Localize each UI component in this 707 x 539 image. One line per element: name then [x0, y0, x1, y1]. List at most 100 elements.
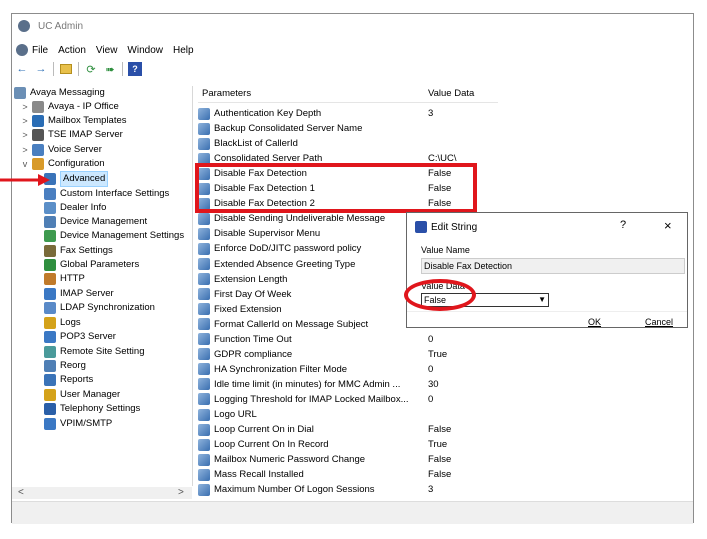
tree-item-configuration[interactable]: v Configuration [20, 157, 105, 171]
chevron-right-icon[interactable]: > [20, 128, 30, 142]
parameter-name: Authentication Key Depth [214, 108, 322, 119]
parameter-name: Fixed Extension [214, 303, 282, 315]
dealer-info-icon [44, 202, 56, 214]
back-arrow-icon[interactable]: ← [15, 62, 29, 76]
chevron-down-icon[interactable]: ▼ [538, 294, 546, 306]
list-item[interactable]: Mailbox Numeric Password Change False [198, 452, 498, 467]
export-icon[interactable]: ➠ [103, 62, 117, 76]
tree-item-label: VPIM/SMTP [60, 418, 113, 429]
tree-item-avaya-messaging[interactable]: Avaya Messaging [14, 86, 105, 100]
tree-item-global-parameters[interactable]: Global Parameters [44, 258, 139, 272]
list-item[interactable]: GDPR compliance True [198, 347, 498, 362]
help-button[interactable]: ? [620, 219, 626, 231]
forward-arrow-icon[interactable]: → [34, 62, 48, 76]
string-value-icon [198, 378, 210, 391]
tree-item-device-management[interactable]: Device Management [44, 215, 147, 229]
tree-horizontal-scrollbar[interactable]: < > [12, 487, 192, 499]
refresh-icon[interactable]: ⟳ [84, 62, 98, 76]
chevron-right-icon[interactable]: > [20, 114, 30, 128]
chevron-right-icon[interactable]: > [20, 143, 30, 157]
parameter-name-cell: Fixed Extension [198, 302, 282, 317]
tree-item-advanced[interactable]: Advanced [44, 171, 109, 187]
list-item[interactable]: Loop Current On In Record True [198, 437, 498, 452]
tree-item-pop3-server[interactable]: POP3 Server [44, 330, 116, 344]
menu-window[interactable]: Window [127, 45, 163, 56]
tree-item-http[interactable]: HTTP [44, 272, 85, 286]
navigation-tree[interactable]: Avaya Messaging > Avaya - IP Office > Mailbo… [12, 86, 193, 486]
list-item[interactable]: Idle time limit (in minutes) for MMC Adm… [198, 377, 498, 392]
list-item[interactable]: Logo URL [198, 407, 498, 422]
parameter-name: Maximum Number Of Logon Sessions [214, 484, 375, 496]
tree-item-reorg[interactable]: Reorg [44, 359, 86, 373]
tree-item-vpim-smtp[interactable]: VPIM/SMTP [44, 417, 112, 431]
list-item[interactable]: HA Synchronization Filter Mode 0 [198, 362, 498, 377]
app-icon [18, 20, 30, 32]
list-item[interactable]: Logging Threshold for IMAP Locked Mailbo… [198, 392, 498, 407]
toolbar: ← → ⟳ ➠ ? [15, 60, 142, 78]
chevron-right-icon[interactable]: > [20, 100, 30, 114]
parameter-name-cell: Maximum Number Of Logon Sessions [198, 482, 375, 497]
tree-item-telephony-settings[interactable]: Telephony Settings [44, 402, 140, 416]
dialog-title-bar: Edit String [415, 221, 477, 233]
tree-item-custom-interface-settings[interactable]: Custom Interface Settings [44, 187, 169, 201]
tree-item-user-manager[interactable]: User Manager [44, 388, 120, 402]
tree-item-label: Mailbox Templates [48, 115, 127, 126]
tree-item-label: Advanced [60, 171, 109, 187]
value-data-cell: 30 [428, 378, 439, 390]
list-item[interactable]: Loop Current On in Dial False [198, 422, 498, 437]
menu-help[interactable]: Help [173, 45, 194, 56]
column-header-value-data[interactable]: Value Data [428, 86, 474, 102]
scroll-left-icon[interactable]: < [18, 487, 24, 498]
help-icon[interactable]: ? [128, 62, 142, 76]
parameter-name-cell: Extended Absence Greeting Type [198, 257, 355, 272]
column-header-parameters[interactable]: Parameters [202, 86, 251, 102]
globe-icon [44, 259, 56, 271]
tree-item-device-management-settings[interactable]: Device Management Settings [44, 229, 184, 243]
tree-item-label: Telephony Settings [60, 403, 141, 414]
dialog-title: Edit String [431, 221, 478, 233]
title-bar: UC Admin [12, 14, 693, 38]
parameter-name: Format CallerId on Message Subject [214, 318, 369, 330]
parameter-name: Function Time Out [214, 333, 292, 345]
scroll-right-icon[interactable]: > [178, 487, 184, 498]
pop3-icon [44, 331, 56, 343]
tree-item-label: TSE IMAP Server [48, 129, 123, 140]
toolbar-separator [53, 62, 54, 76]
parameter-name-cell: GDPR compliance [198, 347, 292, 362]
menu-bar: File Action View Window Help [12, 42, 204, 58]
list-item[interactable]: Backup Consolidated Server Name [198, 121, 498, 136]
custom-interface-icon [44, 188, 56, 200]
parameter-name: Loop Current On In Record [214, 439, 329, 451]
list-item[interactable]: BlackList of CallerId [198, 136, 498, 151]
list-item[interactable]: Authentication Key Depth 3 [198, 106, 498, 121]
menu-file[interactable]: File [32, 45, 48, 56]
parameter-name: Disable Supervisor Menu [214, 228, 321, 240]
tree-item-tse-imap-server[interactable]: > TSE IMAP Server [20, 128, 123, 142]
menu-action[interactable]: Action [58, 45, 86, 56]
tree-item-dealer-info[interactable]: Dealer Info [44, 201, 106, 215]
ok-button[interactable]: OK [588, 317, 601, 327]
system-menu-icon[interactable] [16, 44, 28, 56]
up-folder-icon[interactable] [59, 62, 73, 76]
parameter-name-cell: Mailbox Numeric Password Change [198, 452, 365, 467]
tree-item-avaya-ip-office[interactable]: > Avaya - IP Office [20, 100, 119, 114]
tree-item-label: LDAP Synchronization [60, 302, 155, 313]
tree-item-reports[interactable]: Reports [44, 373, 93, 387]
list-item[interactable]: Mass Recall Installed False [198, 467, 498, 482]
menu-view[interactable]: View [96, 45, 118, 56]
tree-item-mailbox-templates[interactable]: > Mailbox Templates [20, 114, 127, 128]
chevron-down-icon[interactable]: v [20, 157, 30, 171]
tree-item-ldap-synchronization[interactable]: LDAP Synchronization [44, 301, 155, 315]
tree-item-remote-site-setting[interactable]: Remote Site Setting [44, 345, 145, 359]
tree-item-label: Avaya - IP Office [48, 101, 119, 112]
string-value-icon [198, 288, 210, 301]
status-bar [12, 501, 693, 524]
list-item[interactable]: Maximum Number Of Logon Sessions 3 [198, 482, 498, 497]
close-button[interactable]: × [664, 218, 672, 233]
tree-item-logs[interactable]: Logs [44, 316, 81, 330]
cancel-button[interactable]: Cancel [645, 317, 673, 327]
tree-item-voice-server[interactable]: > Voice Server [20, 143, 102, 157]
list-item[interactable]: Function Time Out 0 [198, 332, 498, 347]
tree-item-imap-server[interactable]: IMAP Server [44, 287, 114, 301]
tree-item-fax-settings[interactable]: Fax Settings [44, 244, 113, 258]
